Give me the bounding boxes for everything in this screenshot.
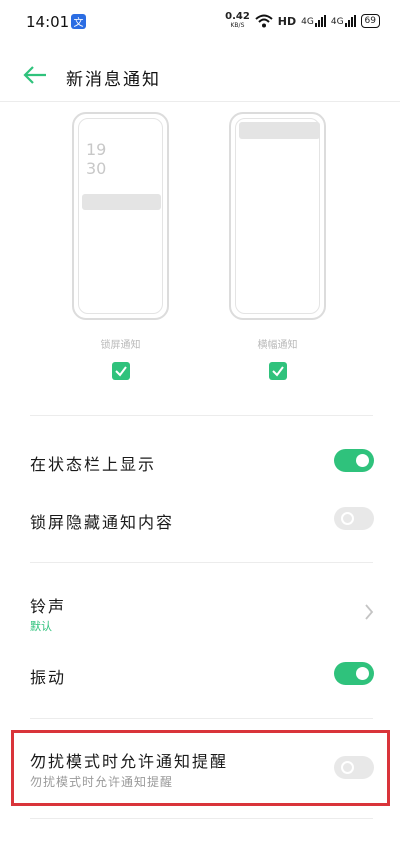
app-notification-icon: 文 xyxy=(71,14,86,29)
page-title: 新消息通知 xyxy=(66,70,161,90)
section-divider xyxy=(30,415,373,416)
network-speed: 0.42 KB/S xyxy=(225,12,250,30)
vibrate-toggle[interactable] xyxy=(334,662,374,685)
signal-bars-icon xyxy=(344,15,356,27)
section-divider xyxy=(30,718,373,719)
network-speed-unit: KB/S xyxy=(230,22,245,29)
lockscreen-hide-row[interactable]: 锁屏隐藏通知内容 xyxy=(0,496,400,542)
header-divider xyxy=(0,101,400,102)
banner-preview-screen xyxy=(235,118,320,314)
battery-icon: 69 xyxy=(360,14,380,28)
signal-1: 4G xyxy=(301,15,326,27)
arrow-left-icon[interactable] xyxy=(22,64,48,86)
ringtone-value: 默认 xyxy=(30,620,52,633)
status-bar-show-row[interactable]: 在状态栏上显示 xyxy=(0,438,400,484)
lockscreen-preview-hour: 19 xyxy=(86,140,107,159)
status-indicators: 0.42 KB/S HD 4G 4G 69 xyxy=(225,12,380,30)
signal-2-label: 4G xyxy=(330,17,344,27)
status-bar: 14:01 文 0.42 KB/S HD 4G 4G 69 xyxy=(0,0,400,44)
section-divider xyxy=(30,818,373,819)
lockscreen-notification-checkbox[interactable] xyxy=(112,362,130,380)
lockscreen-preview-minute: 30 xyxy=(86,159,107,178)
ringtone-label: 铃声 xyxy=(30,597,67,616)
check-icon xyxy=(115,366,127,377)
status-time: 14:01 xyxy=(26,13,70,31)
lockscreen-preview[interactable]: 19 30 xyxy=(72,112,169,320)
page-header: 新消息通知 xyxy=(0,52,400,98)
lockscreen-hide-toggle[interactable] xyxy=(334,507,374,530)
hd-voice-label: HD xyxy=(277,14,297,28)
vibrate-label: 振动 xyxy=(30,668,67,687)
section-divider xyxy=(30,562,373,563)
highlight-annotation xyxy=(11,730,390,806)
lockscreen-notification-placeholder xyxy=(82,194,161,210)
banner-preview[interactable] xyxy=(229,112,326,320)
lockscreen-hide-label: 锁屏隐藏通知内容 xyxy=(30,513,175,532)
banner-notification-placeholder xyxy=(239,122,320,139)
check-icon xyxy=(272,366,284,377)
banner-notification-checkbox[interactable] xyxy=(269,362,287,380)
network-speed-value: 0.42 xyxy=(225,11,250,22)
chevron-right-icon[interactable] xyxy=(364,603,374,621)
signal-1-label: 4G xyxy=(301,17,314,27)
signal-2: 4G xyxy=(331,15,356,27)
status-bar-show-label: 在状态栏上显示 xyxy=(30,455,157,474)
wifi-icon xyxy=(255,14,273,28)
banner-preview-label: 横幅通知 xyxy=(257,340,298,351)
lockscreen-preview-time: 19 30 xyxy=(86,140,106,178)
ringtone-row[interactable]: 铃声 默认 xyxy=(0,585,400,639)
signal-bars-icon xyxy=(314,15,326,27)
vibrate-row[interactable]: 振动 xyxy=(0,651,400,697)
lockscreen-preview-label: 锁屏通知 xyxy=(100,340,141,351)
status-bar-show-toggle[interactable] xyxy=(334,449,374,472)
